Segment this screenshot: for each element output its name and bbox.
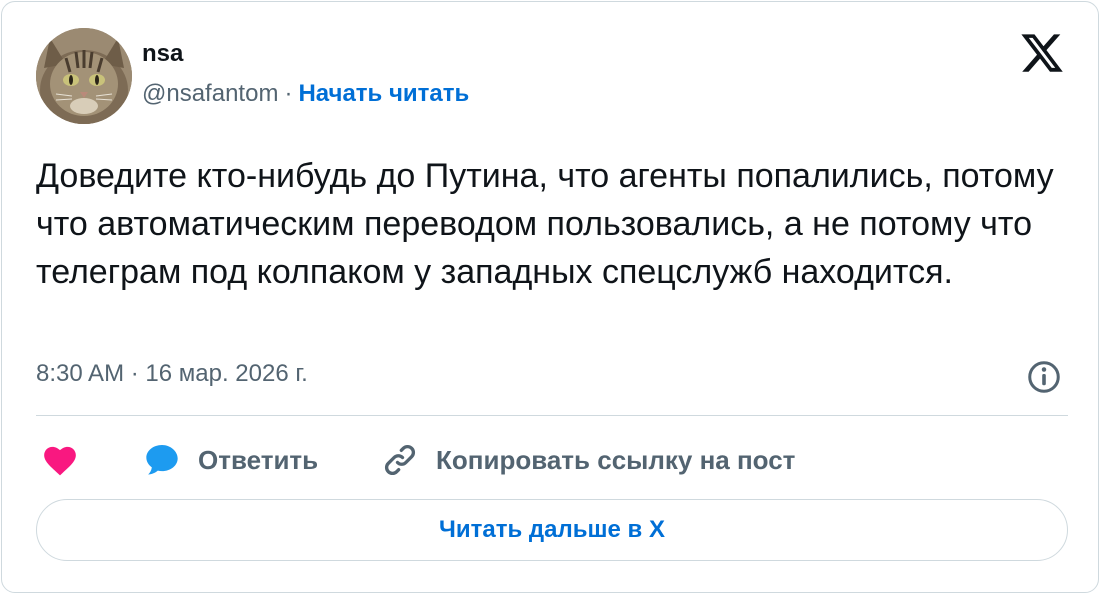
author-name[interactable]: nsa	[142, 40, 183, 68]
copy-link-button[interactable]: Копировать ссылку на пост	[380, 438, 795, 482]
read-more-button[interactable]: Читать дальше в X	[36, 499, 1068, 561]
post-timestamp[interactable]: 8:30 AM · 16 мар. 2026 г.	[36, 358, 308, 390]
action-bar: Ответить Копировать ссылку на пост	[36, 438, 1068, 482]
reply-button[interactable]: Ответить	[142, 438, 318, 482]
meta-separator: ·	[284, 80, 293, 107]
author-avatar[interactable]	[36, 28, 132, 124]
speech-bubble-icon	[146, 445, 178, 475]
embedded-post-card: nsa @nsafantom · Начать читать Доведите кт…	[1, 1, 1099, 593]
author-meta: @nsafantom · Начать читать	[142, 78, 469, 110]
like-button[interactable]	[40, 438, 80, 482]
cat-avatar-image	[36, 28, 132, 124]
reply-label: Ответить	[198, 444, 319, 475]
link-icon	[385, 445, 415, 475]
divider	[36, 415, 1068, 416]
info-icon[interactable]	[1026, 359, 1062, 395]
heart-icon	[44, 446, 76, 476]
x-logo-icon[interactable]	[1018, 30, 1066, 76]
follow-link[interactable]: Начать читать	[298, 80, 469, 107]
post-text: Доведите кто-нибудь до Путина, что агент…	[36, 157, 1064, 291]
author-handle[interactable]: @nsafantom	[142, 80, 278, 107]
copy-link-label: Копировать ссылку на пост	[436, 444, 796, 475]
